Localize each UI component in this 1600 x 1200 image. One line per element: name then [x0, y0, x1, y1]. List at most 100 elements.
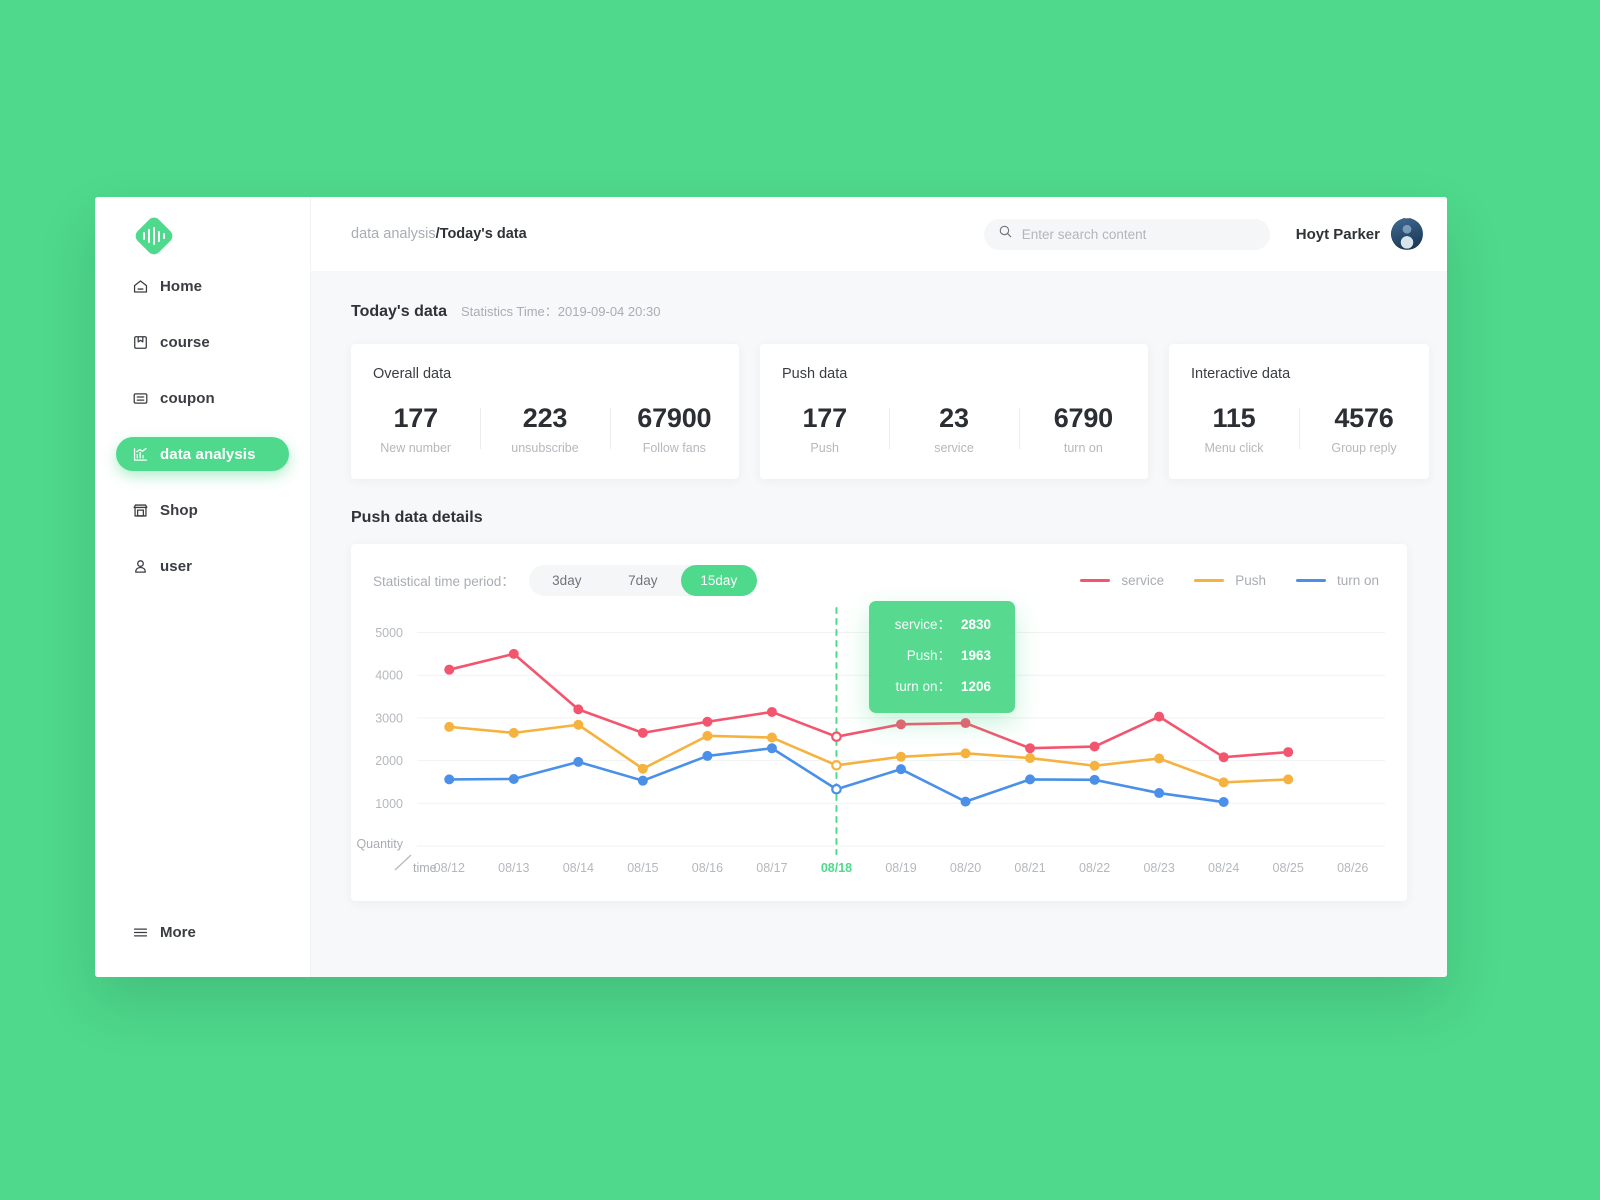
chart-data-point[interactable] [702, 751, 713, 762]
sidebar-item-more[interactable]: More [116, 915, 212, 949]
chart-data-point[interactable] [444, 665, 455, 676]
search-box[interactable] [983, 218, 1270, 250]
chart-data-point[interactable] [444, 774, 455, 785]
chart-data-point[interactable] [766, 707, 777, 718]
y-axis-tick-label: 2000 [375, 754, 403, 768]
chart-data-point[interactable] [960, 718, 971, 729]
card-interactive-data: Interactive data 115 Menu click 4576 Gro… [1169, 344, 1429, 480]
chart-data-point[interactable] [702, 731, 713, 742]
chart-data-point[interactable] [637, 728, 648, 739]
chart-data-point[interactable] [637, 776, 648, 787]
stat-value: 177 [393, 403, 438, 433]
chart-data-point[interactable] [766, 732, 777, 743]
legend-label: Push [1235, 572, 1266, 588]
stat-group-reply: 4576 Group reply [1299, 404, 1429, 455]
topbar-right: Hoyt Parker [983, 218, 1423, 250]
sidebar-item-course[interactable]: course [116, 325, 289, 359]
tooltip-row-service: service： 2830 [881, 613, 1001, 644]
chart-data-point[interactable] [573, 704, 584, 715]
chart-data-point[interactable] [1283, 774, 1294, 785]
sidebar-item-label: user [160, 557, 193, 575]
stat-label: turn on [1063, 441, 1103, 456]
x-axis-tick-label: 08/12 [434, 861, 465, 875]
sidebar-item-home[interactable]: Home [116, 269, 289, 303]
chart-data-point[interactable] [831, 760, 842, 771]
chart-data-point[interactable] [896, 752, 906, 763]
chart-data-point[interactable] [1089, 741, 1100, 752]
chart-data-point[interactable] [508, 728, 519, 739]
chart-data-point[interactable] [573, 757, 584, 768]
stat-label: New number [380, 441, 452, 456]
sidebar-item-user[interactable]: user [116, 549, 289, 583]
stat-value: 223 [522, 403, 568, 433]
sidebar-item-coupon[interactable]: coupon [116, 381, 289, 415]
chart-data-point[interactable] [960, 748, 971, 759]
sidebar-item-data-analysis[interactable]: data analysis [116, 437, 289, 471]
chart-data-point[interactable] [637, 764, 648, 775]
search-input[interactable] [1021, 226, 1256, 242]
chart-data-point[interactable] [1154, 788, 1165, 799]
statistics-time: Statistics Time：2019-09-04 20:30 [461, 301, 660, 320]
chart-data-point[interactable] [508, 649, 519, 660]
sidebar-item-shop[interactable]: Shop [116, 493, 289, 527]
coupon-icon [132, 390, 149, 407]
statistics-time-label: Statistics Time： [460, 304, 558, 319]
stat-label: Group reply [1331, 441, 1397, 456]
card-title: Interactive data [1191, 366, 1291, 382]
chart-data-point[interactable] [1218, 797, 1229, 808]
user-icon [132, 558, 149, 575]
chart-data-point[interactable] [1025, 743, 1036, 754]
chart-data-point[interactable] [702, 717, 713, 728]
legend-item-turn-on[interactable]: turn on [1295, 573, 1379, 588]
search-icon [998, 224, 1022, 244]
period-label: Statistical time period： [373, 574, 515, 590]
chart-data-point[interactable] [766, 743, 777, 754]
chart-data-point[interactable] [1025, 774, 1036, 785]
tooltip-key: service： [894, 617, 951, 633]
chart-data-point[interactable] [1154, 753, 1165, 764]
chart-data-point[interactable] [896, 719, 906, 730]
statistics-time-value: 2019-09-04 20:30 [557, 304, 661, 319]
legend-swatch [1080, 578, 1111, 583]
stat-value: 23 [939, 403, 969, 433]
app-logo[interactable] [132, 214, 176, 258]
period-tab-3day[interactable]: 3day [529, 565, 605, 596]
stat-label: unsubscribe [511, 441, 579, 456]
chart-data-point[interactable] [573, 720, 584, 731]
stat-row: 115 Menu click 4576 Group reply [1169, 404, 1429, 456]
stat-label: Push [810, 441, 839, 456]
chart-data-point[interactable] [508, 774, 519, 785]
card-title: Overall data [373, 366, 452, 382]
push-details-head: Push data details [351, 509, 1407, 527]
chart-data-point[interactable] [1154, 711, 1165, 722]
chart-data-point[interactable] [896, 764, 906, 775]
card-push-data: Push data 177 Push 23 service 6790 turn … [760, 344, 1148, 480]
period-tab-7day[interactable]: 7day [605, 565, 681, 596]
avatar[interactable] [1391, 218, 1423, 250]
page-title: Today's data [351, 303, 447, 320]
stat-row: 177 Push 23 service 6790 turn on [760, 404, 1148, 456]
stat-service: 23 service [889, 404, 1018, 455]
chart-data-point[interactable] [1218, 752, 1229, 763]
x-axis-tick-label: 08/17 [756, 861, 787, 875]
sidebar-item-label: data analysis [160, 445, 256, 463]
period-tab-15day[interactable]: 15day [680, 564, 757, 596]
chart-data-point[interactable] [1089, 775, 1100, 786]
x-axis-tick-label: 08/19 [885, 861, 916, 875]
stat-turn-on: 6790 turn on [1018, 404, 1148, 456]
chart-data-point[interactable] [1089, 761, 1100, 772]
chart-data-point[interactable] [1218, 777, 1229, 788]
stat-follow-fans: 67900 Follow fans [609, 404, 739, 455]
content: Today's data Statistics Time：2019-09-04 … [311, 271, 1447, 977]
breadcrumb-parent[interactable]: data analysis [351, 226, 436, 242]
chart-data-point[interactable] [1025, 753, 1036, 764]
legend-item-service[interactable]: service [1080, 573, 1164, 588]
legend-item-push[interactable]: Push [1194, 573, 1266, 588]
x-axis-tick-label: 08/22 [1079, 861, 1110, 875]
chart-data-point[interactable] [960, 796, 971, 807]
chart-data-point[interactable] [831, 731, 842, 743]
user-name[interactable]: Hoyt Parker [1296, 226, 1380, 243]
chart-data-point[interactable] [444, 722, 455, 733]
chart-data-point[interactable] [831, 784, 842, 795]
chart-data-point[interactable] [1283, 747, 1294, 758]
